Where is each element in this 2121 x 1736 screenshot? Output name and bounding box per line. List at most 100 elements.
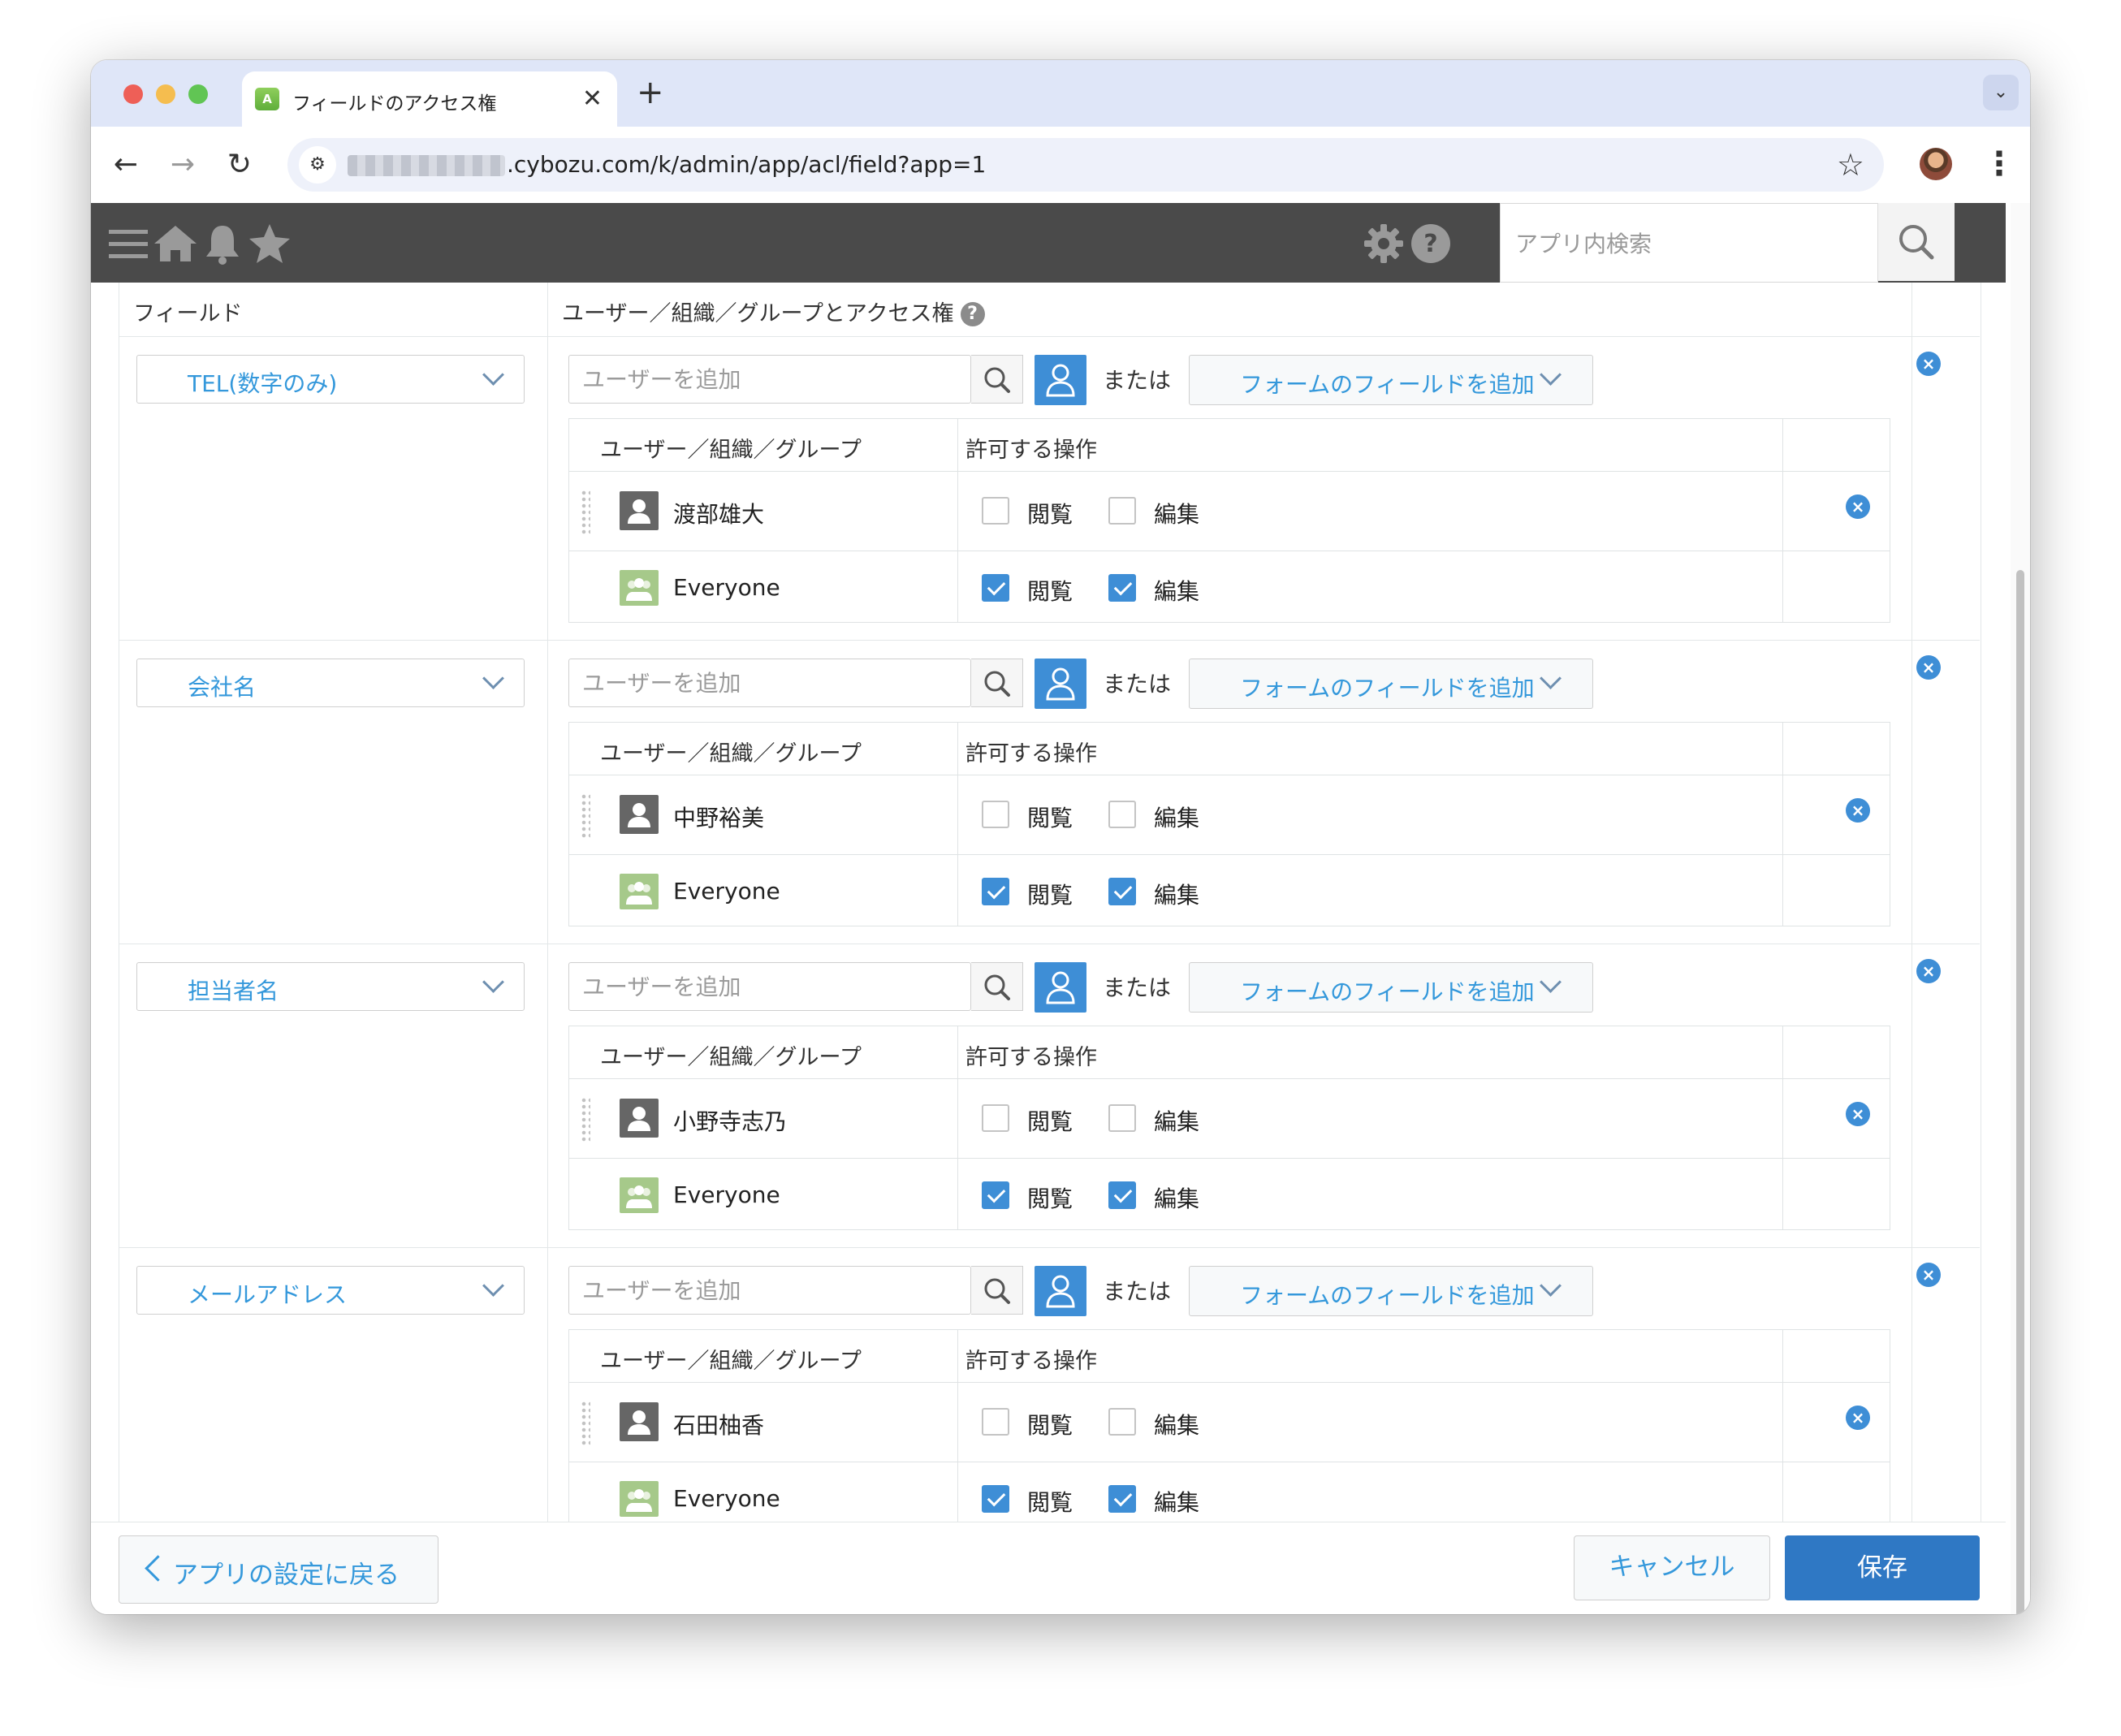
column-header-access: ユーザー／組織／グループとアクセス権? (562, 296, 985, 327)
view-checkbox[interactable] (982, 497, 1009, 525)
new-tab-button[interactable]: + (637, 75, 664, 110)
help-circle-icon[interactable]: ? (960, 302, 985, 326)
user-picker-button[interactable] (1035, 1266, 1086, 1316)
user-picker-button[interactable] (1035, 962, 1086, 1013)
view-checkbox-label: 閲覧 (1027, 805, 1073, 831)
edit-checkbox[interactable] (1108, 497, 1136, 525)
page-scrollbar[interactable] (2011, 203, 2030, 1614)
remove-row-close-icon[interactable]: × (1916, 959, 1941, 983)
search-icon (971, 974, 1023, 1015)
app-search-input[interactable] (1514, 204, 1874, 283)
field-select[interactable]: 会社名 (136, 659, 525, 707)
close-window-button[interactable] (123, 84, 143, 104)
add-user-input[interactable] (568, 962, 971, 1011)
bookmark-star-icon[interactable]: ☆ (1837, 148, 1864, 182)
tab-title: フィールドのアクセス権 (292, 93, 497, 114)
add-user-input[interactable] (568, 355, 971, 404)
site-settings-icon[interactable]: ⚙ (299, 146, 336, 184)
user-search-button[interactable] (971, 659, 1023, 707)
user-search-button[interactable] (971, 1266, 1023, 1315)
profile-avatar[interactable] (1920, 148, 1952, 180)
column-header-field: フィールド (133, 301, 243, 326)
view-checkbox[interactable] (982, 1408, 1009, 1436)
user-search-button[interactable] (971, 355, 1023, 404)
drag-handle-icon[interactable] (581, 490, 590, 535)
field-select[interactable]: 担当者名 (136, 962, 525, 1011)
group-avatar-icon (620, 1481, 659, 1517)
edit-checkbox[interactable] (1108, 1104, 1136, 1132)
chevron-down-icon (482, 1275, 504, 1297)
home-icon[interactable] (151, 219, 200, 268)
help-icon[interactable]: ? (1406, 219, 1455, 268)
column-header-access-label: ユーザー／組織／グループとアクセス権 (562, 301, 954, 326)
user-avatar-icon (620, 1402, 659, 1441)
view-checkbox[interactable] (982, 574, 1009, 602)
remove-row-close-icon[interactable]: × (1916, 1263, 1941, 1287)
add-user-input[interactable] (568, 1266, 971, 1315)
remove-row-close-icon[interactable]: × (1916, 352, 1941, 376)
edit-checkbox[interactable] (1108, 1485, 1136, 1513)
add-form-field-label: フォームのフィールドを追加 (1240, 978, 1535, 1005)
edit-checkbox[interactable] (1108, 1408, 1136, 1436)
reload-icon[interactable]: ↻ (219, 145, 260, 185)
tab-list-chevron-icon[interactable]: ⌄ (1983, 75, 2019, 110)
view-checkbox-label: 閲覧 (1027, 1489, 1073, 1516)
forward-arrow-icon[interactable]: → (162, 145, 203, 185)
cancel-button[interactable]: キャンセル (1574, 1535, 1770, 1600)
drag-handle-icon[interactable] (581, 1401, 590, 1446)
edit-checkbox[interactable] (1108, 1181, 1136, 1209)
table-divider (569, 854, 1890, 855)
add-form-field-dropdown[interactable]: フォームのフィールドを追加 (1189, 355, 1593, 405)
chevron-down-icon (1540, 971, 1562, 993)
app-header: ? (91, 203, 2006, 283)
view-checkbox[interactable] (982, 1104, 1009, 1132)
browser-menu-icon[interactable]: ⋮ (1983, 141, 2015, 187)
menu-icon[interactable] (104, 219, 153, 268)
view-checkbox[interactable] (982, 878, 1009, 905)
edit-checkbox-label: 編集 (1154, 1412, 1200, 1439)
view-checkbox[interactable] (982, 801, 1009, 828)
remove-row-close-icon[interactable]: × (1916, 655, 1941, 680)
field-acl-content: フィールド ユーザー／組織／グループとアクセス権? TEL(数字のみ)またはフォ… (91, 283, 2006, 1522)
field-select[interactable]: メールアドレス (136, 1266, 525, 1315)
add-form-field-dropdown[interactable]: フォームのフィールドを追加 (1189, 962, 1593, 1013)
view-checkbox[interactable] (982, 1181, 1009, 1209)
address-bar[interactable]: ⚙ .cybozu.com/k/admin/app/acl/field?app=… (287, 138, 1884, 192)
edit-checkbox[interactable] (1108, 878, 1136, 905)
drag-handle-icon[interactable] (581, 793, 590, 839)
star-icon[interactable] (245, 219, 294, 268)
edit-checkbox[interactable] (1108, 801, 1136, 828)
field-select[interactable]: TEL(数字のみ) (136, 355, 525, 404)
group-avatar-icon (620, 570, 659, 606)
save-button[interactable]: 保存 (1785, 1535, 1980, 1600)
drag-handle-icon[interactable] (581, 1097, 590, 1142)
remove-entity-close-icon[interactable]: × (1846, 1406, 1870, 1430)
bell-icon[interactable] (198, 219, 247, 268)
svg-text:?: ? (1423, 230, 1437, 258)
table-divider (569, 1382, 1890, 1383)
edit-checkbox[interactable] (1108, 574, 1136, 602)
user-search-button[interactable] (971, 962, 1023, 1011)
remove-entity-close-icon[interactable]: × (1846, 494, 1870, 519)
view-checkbox-label: 閲覧 (1027, 1412, 1073, 1439)
edit-checkbox-label: 編集 (1154, 1185, 1200, 1212)
scrollbar-thumb[interactable] (2016, 570, 2024, 1614)
add-form-field-dropdown[interactable]: フォームのフィールドを追加 (1189, 659, 1593, 709)
app-search-button[interactable] (1877, 203, 1955, 281)
add-form-field-dropdown[interactable]: フォームのフィールドを追加 (1189, 1266, 1593, 1316)
remove-entity-close-icon[interactable]: × (1846, 798, 1870, 823)
tab-close-icon[interactable]: ✕ (582, 83, 603, 115)
edit-checkbox-label: 編集 (1154, 1108, 1200, 1135)
back-arrow-icon[interactable]: ← (106, 145, 146, 185)
search-icon (971, 1278, 1023, 1319)
browser-tab-active[interactable]: A フィールドのアクセス権 ✕ (242, 71, 617, 127)
view-checkbox[interactable] (982, 1485, 1009, 1513)
back-to-app-settings-button[interactable]: アプリの設定に戻る (119, 1535, 438, 1604)
maximize-window-button[interactable] (188, 84, 208, 104)
remove-entity-close-icon[interactable]: × (1846, 1102, 1870, 1126)
user-picker-button[interactable] (1035, 355, 1086, 405)
user-picker-button[interactable] (1035, 659, 1086, 709)
minimize-window-button[interactable] (156, 84, 175, 104)
gear-icon[interactable] (1359, 219, 1408, 268)
add-user-input[interactable] (568, 659, 971, 707)
